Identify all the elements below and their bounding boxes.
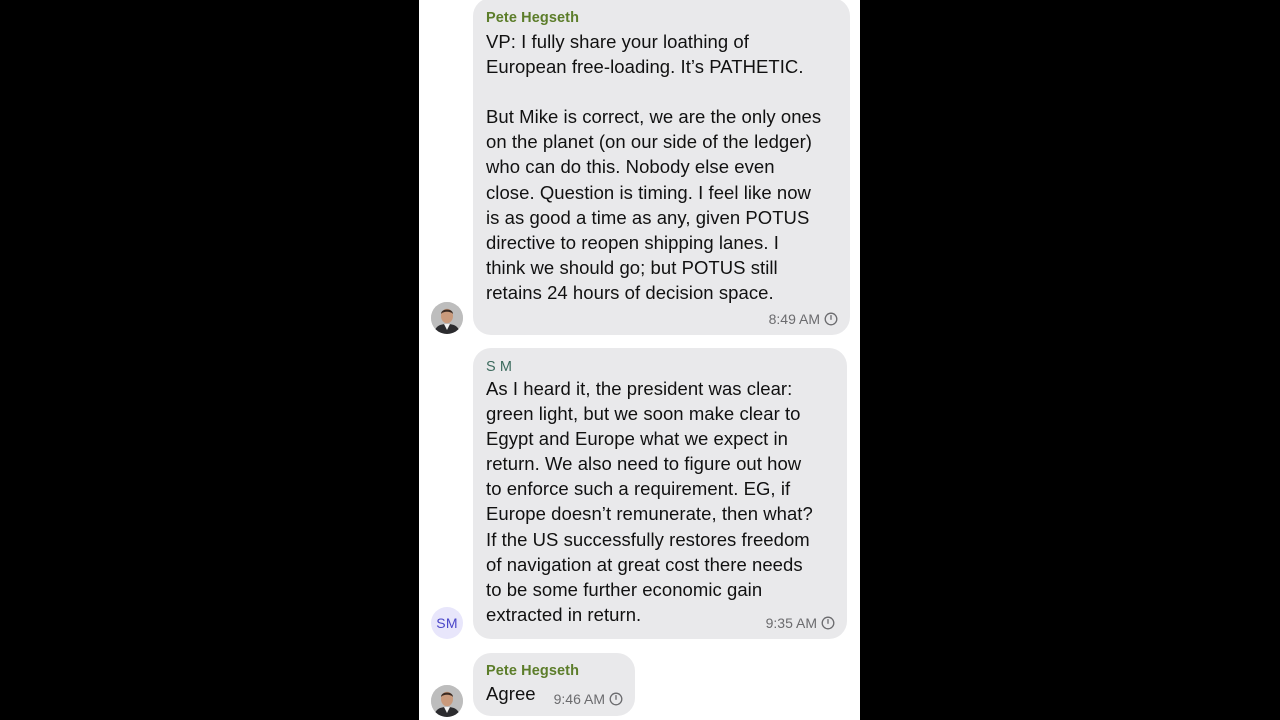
sender-name: Pete Hegseth [486, 663, 580, 679]
message-bubble[interactable]: Pete Hegseth VP: I fully share your loat… [473, 0, 850, 335]
clock-icon [609, 692, 623, 706]
clock-icon [824, 312, 838, 326]
message-bubble[interactable]: S M As I heard it, the president was cle… [473, 348, 847, 639]
message-text: VP: I fully share your loathing of Europ… [486, 31, 822, 303]
avatar-initials: SM [436, 615, 458, 631]
clock-icon [821, 616, 835, 630]
message-bubble[interactable]: Pete Hegseth Agree 9:46 AM [473, 653, 635, 716]
sender-name: Pete Hegseth [486, 10, 580, 26]
profile-photo-icon [431, 685, 463, 717]
message-time: 9:46 AM [553, 691, 605, 707]
avatar[interactable] [431, 685, 463, 717]
chat-thread: Pete Hegseth VP: I fully share your loat… [419, 0, 860, 720]
message-text: As I heard it, the president was clear: … [486, 378, 813, 625]
message-meta: 9:35 AM [766, 615, 835, 631]
message-meta: 9:46 AM [554, 691, 623, 707]
sender-name: S M [486, 359, 513, 375]
message-meta: 8:49 AM [769, 311, 838, 327]
avatar[interactable]: SM [431, 607, 463, 639]
message-time: 9:35 AM [765, 615, 817, 631]
profile-photo-icon [431, 302, 463, 334]
avatar[interactable] [431, 302, 463, 334]
message-time: 8:49 AM [768, 311, 820, 327]
